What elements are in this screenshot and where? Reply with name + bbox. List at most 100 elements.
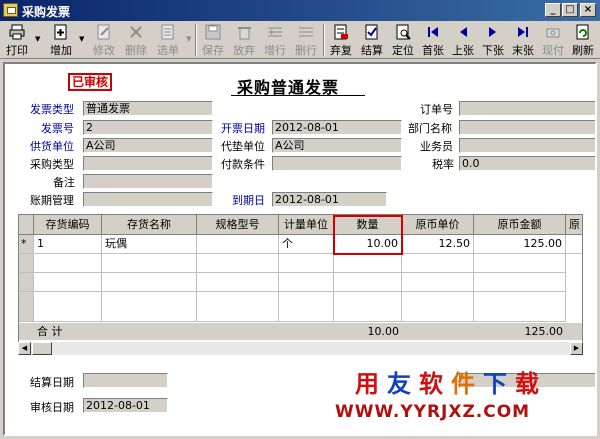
invoice-date-label: 开票日期	[221, 122, 265, 135]
cell-amount[interactable]: 125.00	[474, 235, 566, 254]
row-marker	[19, 254, 34, 273]
column-header-more[interactable]: 原	[566, 215, 582, 235]
column-header-unit-price[interactable]: 原币单价	[402, 215, 474, 235]
table-cell[interactable]	[102, 292, 197, 322]
cell-unit[interactable]: 个	[279, 235, 334, 254]
cash-pay-button[interactable]: 现付	[538, 23, 568, 57]
table-cell[interactable]	[402, 273, 474, 292]
save-icon	[205, 24, 221, 40]
watermark-char: 用	[355, 370, 379, 398]
refresh-button[interactable]: 刷新	[568, 23, 598, 57]
discard-button[interactable]: 放弃	[229, 23, 259, 57]
agent-unit-field[interactable]: A公司	[272, 138, 402, 153]
supplier-field[interactable]: A公司	[83, 138, 213, 153]
table-cell[interactable]	[34, 292, 102, 322]
previous-record-button[interactable]: 上张	[448, 23, 478, 57]
salesman-label: 业务员	[420, 140, 453, 153]
table-cell[interactable]	[474, 273, 566, 292]
first-icon	[425, 24, 441, 40]
salesman-field[interactable]	[459, 138, 595, 153]
column-header-unit[interactable]: 计量单位	[279, 215, 334, 235]
close-button[interactable]: ×	[580, 3, 596, 17]
settle-date-field[interactable]	[83, 373, 168, 388]
select-order-button[interactable]: 选单	[153, 23, 183, 57]
table-cell[interactable]	[402, 292, 474, 322]
modify-button[interactable]: 修改	[89, 23, 119, 57]
table-cell[interactable]	[279, 254, 334, 273]
select-dropdown-arrow[interactable]: ▼	[186, 35, 191, 43]
next-record-button[interactable]: 下张	[478, 23, 508, 57]
column-header-name[interactable]: 存货名称	[102, 215, 197, 235]
first-record-button[interactable]: 首张	[418, 23, 448, 57]
invoice-type-field[interactable]: 普通发票	[83, 101, 213, 116]
add-dropdown-arrow[interactable]: ▼	[79, 35, 84, 43]
add-button[interactable]: 增加	[46, 23, 76, 57]
scroll-left-button[interactable]: ◀	[18, 342, 31, 355]
purchase-type-field[interactable]	[83, 156, 213, 171]
account-period-field[interactable]	[83, 192, 213, 207]
table-cell[interactable]	[334, 292, 402, 322]
table-cell[interactable]	[402, 254, 474, 273]
table-cell[interactable]	[34, 254, 102, 273]
edit-icon	[96, 24, 112, 40]
table-cell[interactable]	[197, 254, 279, 273]
due-date-label: 到期日	[232, 194, 265, 207]
delete-row-button[interactable]: 删行	[291, 23, 321, 57]
account-period-label: 账期管理	[30, 194, 74, 207]
settle-button[interactable]: 结算	[357, 23, 387, 57]
scrollbar-thumb[interactable]	[32, 342, 52, 355]
row-marker	[19, 273, 34, 292]
table-cell[interactable]	[334, 254, 402, 273]
save-button[interactable]: 保存	[198, 23, 228, 57]
table-cell[interactable]	[102, 254, 197, 273]
cell-more[interactable]	[566, 235, 582, 254]
discard-icon	[236, 24, 252, 40]
cell-spec[interactable]	[197, 235, 279, 254]
cell-code[interactable]: 1	[34, 235, 102, 254]
minimize-button[interactable]: _	[545, 3, 561, 17]
table-cell[interactable]	[197, 273, 279, 292]
remark-field[interactable]	[83, 174, 213, 189]
add-row-icon: +	[267, 24, 283, 40]
column-header-amount[interactable]: 原币金额	[474, 215, 566, 235]
locate-button[interactable]: 定位	[388, 23, 418, 57]
department-field[interactable]	[459, 120, 595, 135]
table-cell[interactable]	[474, 254, 566, 273]
printer-icon	[9, 24, 25, 40]
cell-unit-price[interactable]: 12.50	[402, 235, 474, 254]
table-cell[interactable]	[279, 273, 334, 292]
tax-rate-field[interactable]: 0.0	[459, 156, 595, 171]
column-header-spec[interactable]: 规格型号	[197, 215, 279, 235]
watermark-char: 下	[483, 370, 507, 398]
sum-amount: 125.00	[474, 323, 566, 340]
print-dropdown-arrow[interactable]: ▼	[35, 35, 40, 43]
last-record-button[interactable]: 末张	[508, 23, 538, 57]
audit-date-field[interactable]: 2012-08-01	[83, 398, 168, 413]
cell-name[interactable]: 玩偶	[102, 235, 197, 254]
audited-stamp: 已审核	[68, 73, 113, 91]
watermark-char: 软	[419, 370, 443, 398]
sum-quantity: 10.00	[334, 323, 402, 340]
print-button[interactable]: 打印	[2, 23, 32, 57]
invoice-date-field[interactable]: 2012-08-01	[272, 120, 402, 135]
due-date-field[interactable]: 2012-08-01	[272, 192, 387, 207]
unaudit-icon	[333, 24, 349, 40]
horizontal-scrollbar[interactable]: ◀ ▶	[18, 342, 583, 355]
unaudit-button[interactable]: 弃复	[326, 23, 356, 57]
column-header-code[interactable]: 存货编码	[34, 215, 102, 235]
order-no-field[interactable]	[459, 101, 595, 116]
scroll-right-button[interactable]: ▶	[570, 342, 583, 355]
invoice-line-grid: 存货编码 存货名称 规格型号 计量单位 数量 原币单价 原币金额 原 * 1 玩…	[18, 214, 583, 355]
order-no-label: 订单号	[420, 103, 453, 116]
table-cell[interactable]	[279, 292, 334, 322]
add-row-button[interactable]: + 增行	[260, 23, 290, 57]
table-cell[interactable]	[197, 292, 279, 322]
payment-terms-field[interactable]	[272, 156, 402, 171]
maximize-button[interactable]: □	[562, 3, 578, 17]
table-cell[interactable]	[34, 273, 102, 292]
delete-button[interactable]: 删除	[121, 23, 151, 57]
table-cell[interactable]	[102, 273, 197, 292]
table-cell[interactable]	[334, 273, 402, 292]
table-cell[interactable]	[474, 292, 566, 322]
invoice-no-field[interactable]: 2	[83, 120, 213, 135]
